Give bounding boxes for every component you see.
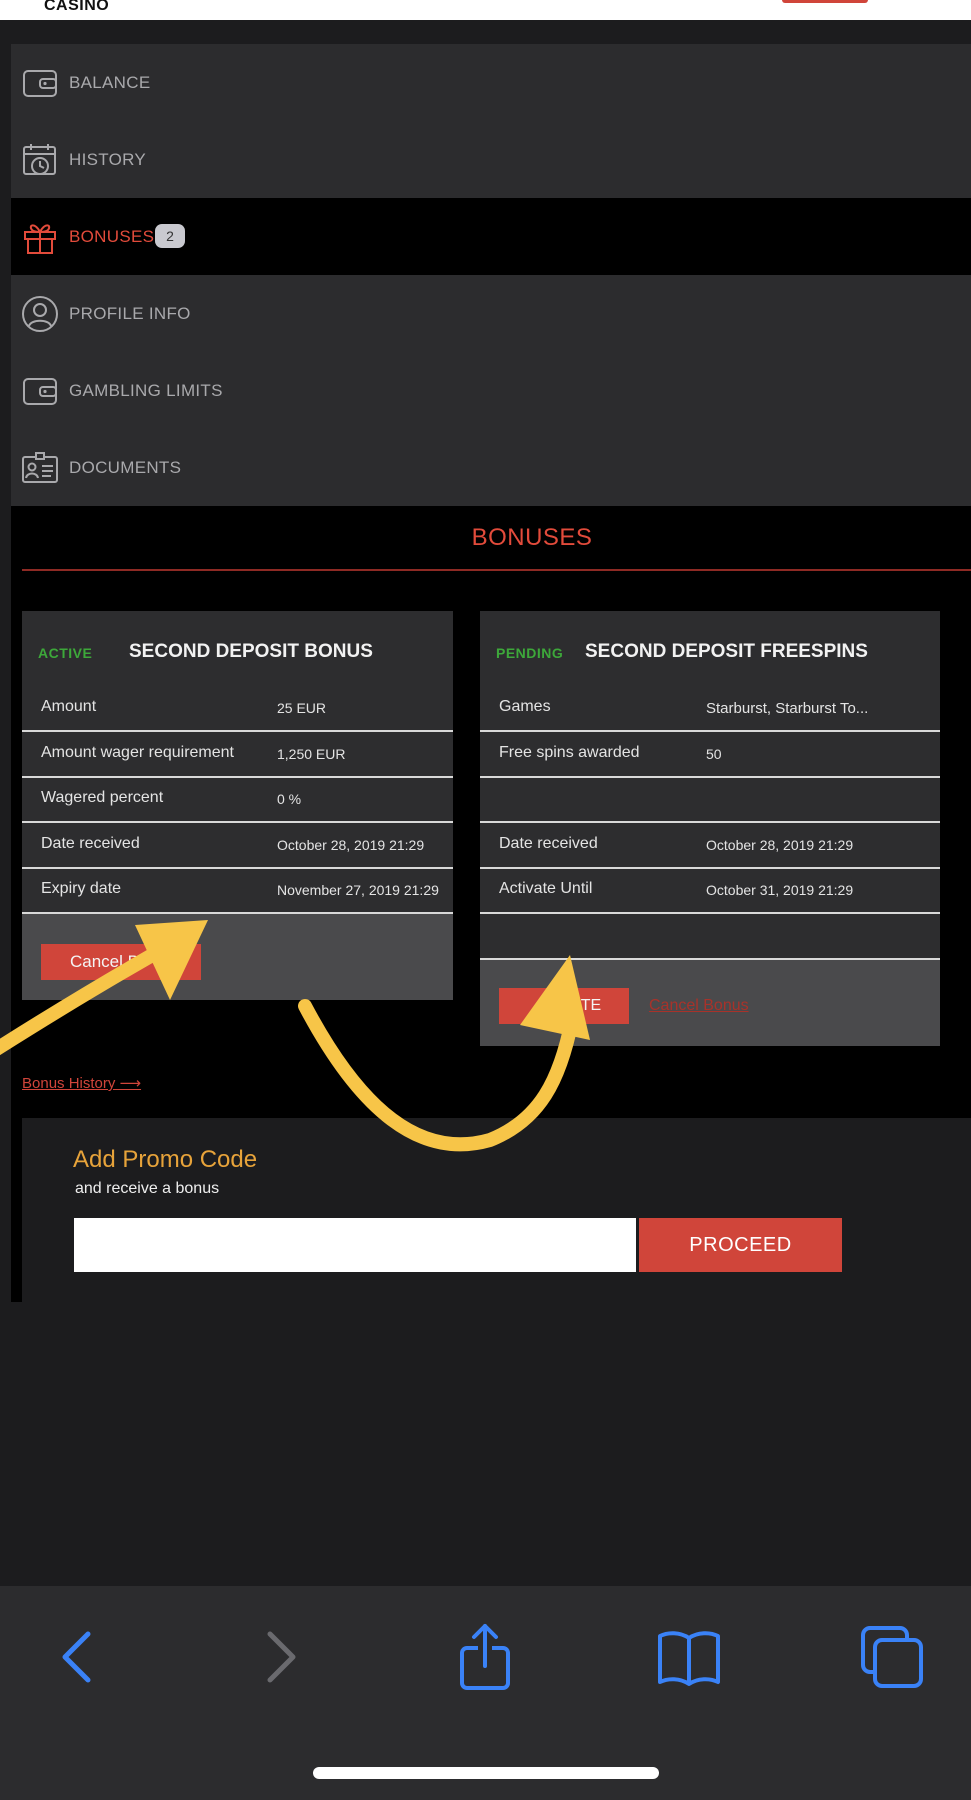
table-row: Date received October 28, 2019 21:29 (480, 823, 940, 869)
nav-item-gambling-limits[interactable]: GAMBLING LIMITS (11, 352, 971, 429)
home-indicator (313, 1767, 659, 1779)
card-footer: Cancel Bo (22, 914, 453, 1000)
row-label: Date received (41, 835, 140, 852)
promo-code-input[interactable] (74, 1218, 636, 1272)
nav-label-documents: DOCUMENTS (69, 457, 182, 477)
bonus-title: SECOND DEPOSIT FREESPINS (585, 641, 868, 662)
promo-subtitle: and receive a bonus (75, 1180, 220, 1197)
table-row (480, 914, 940, 960)
row-value: 25 EUR (277, 700, 327, 716)
row-value: Starburst, Starburst To... (706, 700, 869, 717)
row-value: 0 % (277, 791, 302, 807)
tabs-icon[interactable] (857, 1622, 927, 1692)
calendar-clock-icon (23, 144, 56, 175)
row-value: October 28, 2019 21:29 (706, 837, 854, 853)
status-badge: PENDING (496, 645, 564, 661)
nav-label-gambling-limits: GAMBLING LIMITS (69, 380, 223, 400)
table-row: Expiry date November 27, 2019 21:29 (22, 868, 453, 914)
nav-item-history[interactable]: HISTORY (11, 121, 971, 198)
table-row: Games Starburst, Starburst To... (480, 686, 940, 732)
row-label: Activate Until (499, 880, 593, 897)
row-label: Amount wager requirement (41, 744, 234, 761)
header-button-edge[interactable] (782, 0, 868, 3)
proceed-button[interactable]: PROCEED (639, 1218, 842, 1272)
bonuses-heading: BONUSES (471, 524, 593, 551)
table-row: Date received October 28, 2019 21:29 (22, 823, 453, 869)
browser-toolbar (0, 1586, 971, 1800)
nav-label-balance: BALANCE (69, 72, 151, 92)
row-label: Amount (41, 698, 97, 715)
casino-logo[interactable]: CASINO (44, 0, 109, 15)
promo-title: Add Promo Code (73, 1146, 258, 1173)
table-row (480, 777, 940, 823)
bookmarks-icon[interactable] (654, 1622, 724, 1692)
nav-item-balance[interactable]: BALANCE (11, 44, 971, 121)
nav-item-profile-info[interactable]: PROFILE INFO (11, 275, 971, 352)
table-row: Amount 25 EUR (22, 686, 453, 732)
top-header: CASINO (0, 0, 971, 20)
heading-divider (22, 569, 971, 571)
bonus-title: SECOND DEPOSIT BONUS (129, 641, 373, 662)
row-value: 1,250 EUR (277, 746, 346, 762)
row-label: Expiry date (41, 880, 122, 897)
row-label: Games (499, 698, 551, 715)
nav-item-documents[interactable]: DOCUMENTS (11, 429, 971, 506)
row-value: October 31, 2019 21:29 (706, 882, 854, 898)
bonuses-count-badge: 2 (155, 224, 185, 248)
nav-item-bonuses[interactable]: BONUSES 2 (11, 198, 971, 275)
bonus-card-pending: PENDING SECOND DEPOSIT FREESPINS Games S… (480, 611, 940, 1046)
activate-bonus-button[interactable]: TE (499, 988, 629, 1024)
wallet-icon (23, 70, 57, 97)
row-label: Free spins awarded (499, 744, 640, 761)
user-icon (22, 296, 58, 332)
row-value: November 27, 2019 21:29 (277, 882, 439, 898)
cancel-bonus-link[interactable]: Cancel Bonus (649, 997, 749, 1015)
share-icon[interactable] (450, 1622, 520, 1692)
row-label: Date received (499, 835, 598, 852)
bonus-card-active: ACTIVE SECOND DEPOSIT BONUS Amount 25 EU… (22, 611, 453, 1000)
nav-label-bonuses: BONUSES (69, 226, 155, 246)
account-page: BALANCE HISTORY BONUSES 2 PROFILE INFO G… (11, 44, 971, 1302)
card-footer: TE Cancel Bonus (480, 960, 940, 1046)
row-label: Wagered percent (41, 789, 164, 806)
nav-label-profile-info: PROFILE INFO (69, 303, 191, 323)
forward-icon[interactable] (245, 1622, 315, 1692)
bonus-history-link[interactable]: Bonus History ⟶ (22, 1074, 141, 1092)
id-card-icon (22, 452, 58, 483)
table-row: Wagered percent 0 % (22, 777, 453, 823)
nav-label-history: HISTORY (69, 149, 147, 169)
status-badge: ACTIVE (38, 645, 93, 661)
row-value: October 28, 2019 21:29 (277, 837, 425, 853)
cancel-bonus-button[interactable]: Cancel Bo (41, 944, 201, 980)
back-icon[interactable] (43, 1622, 113, 1692)
table-row: Free spins awarded 50 (480, 732, 940, 778)
wallet-icon (23, 378, 57, 405)
gift-icon (24, 224, 56, 254)
table-row: Activate Until October 31, 2019 21:29 (480, 868, 940, 914)
row-value: 50 (706, 746, 722, 762)
table-row: Amount wager requirement 1,250 EUR (22, 732, 453, 778)
promo-code-section: Add Promo Code and receive a bonus PROCE… (22, 1118, 971, 1302)
